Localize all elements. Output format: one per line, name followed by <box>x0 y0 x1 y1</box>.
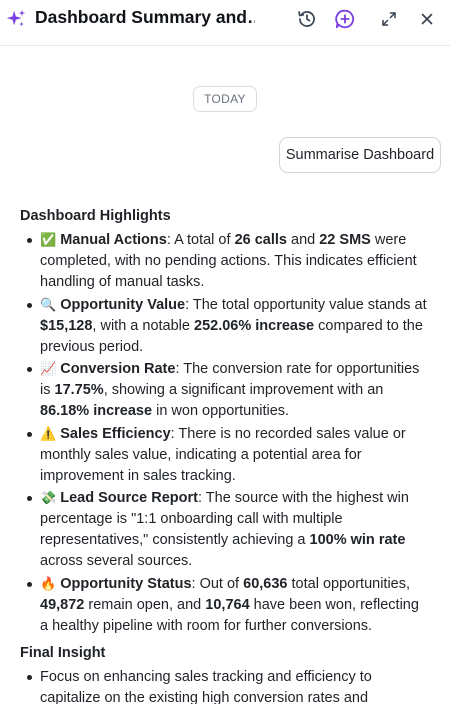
close-button[interactable] <box>416 8 438 30</box>
highlights-list: ✅ Manual Actions: A total of 26 calls an… <box>20 230 430 637</box>
magnifier-emoji-icon: 🔍 <box>40 297 57 313</box>
list-item: 💸 Lead Source Report: The source with th… <box>20 488 430 572</box>
expand-button[interactable] <box>378 8 400 30</box>
new-chat-button[interactable] <box>334 8 356 30</box>
chart-up-emoji-icon: 📈 <box>40 362 57 377</box>
history-button[interactable] <box>296 8 318 30</box>
warning-emoji-icon: ⚠️ <box>40 426 57 442</box>
list-item: 🔍 Opportunity Value: The total opportuni… <box>20 295 430 358</box>
expand-icon <box>382 12 396 26</box>
final-insight-list: Focus on enhancing sales tracking and ef… <box>20 667 430 704</box>
list-item: 📈 Conversion Rate: The conversion rate f… <box>20 359 430 422</box>
history-icon <box>298 11 315 27</box>
highlights-title: Dashboard Highlights <box>20 208 171 224</box>
sparkle-icon <box>6 9 26 27</box>
assistant-response: Dashboard Highlights ✅ Manual Actions: A… <box>20 202 430 704</box>
fire-emoji-icon: 🔥 <box>40 576 57 592</box>
page-title: Dashboard Summary and… <box>35 7 255 27</box>
date-divider: TODAY <box>193 86 257 112</box>
user-message-bubble: Summarise Dashboard <box>279 137 441 173</box>
money-emoji-icon: 💸 <box>40 491 57 506</box>
check-emoji-icon: ✅ <box>40 233 57 248</box>
final-insight-title: Final Insight <box>20 644 106 661</box>
list-item: ⚠️ Sales Efficiency: There is no recorde… <box>20 424 430 487</box>
panel-header: Dashboard Summary and… <box>0 0 450 46</box>
new-chat-icon <box>335 9 355 29</box>
list-item: ✅ Manual Actions: A total of 26 calls an… <box>20 230 430 293</box>
list-item: Focus on enhancing sales tracking and ef… <box>20 667 430 704</box>
close-icon <box>421 13 433 25</box>
list-item: 🔥 Opportunity Status: Out of 60,636 tota… <box>20 574 430 637</box>
